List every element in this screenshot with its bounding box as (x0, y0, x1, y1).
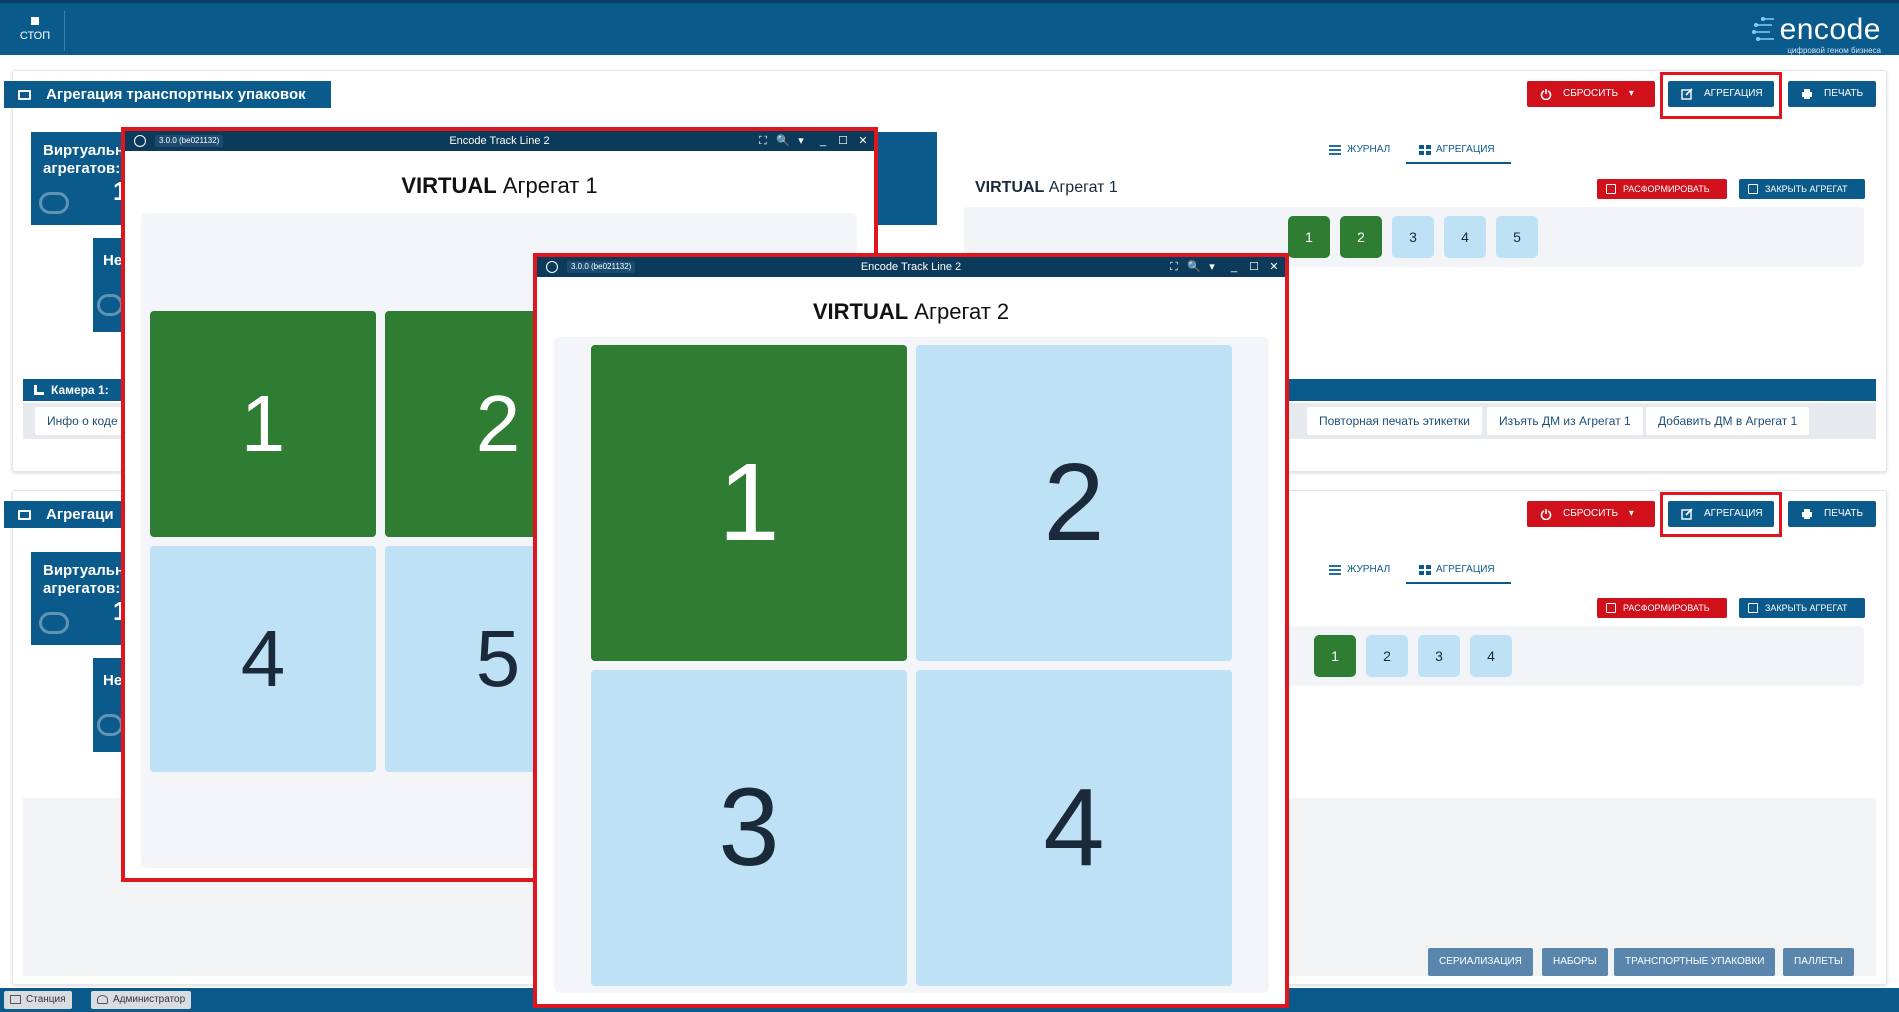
serialization-button[interactable]: СЕРИАЛИЗАЦИЯ (1428, 948, 1533, 976)
zoom-icon[interactable]: 🔍 (1185, 257, 1203, 277)
printer-icon (1802, 509, 1812, 519)
stop-label: СТОП (19, 30, 51, 42)
list-icon (1329, 145, 1341, 155)
close-aggregate-button[interactable]: ЗАКРЫТЬ АГРЕГАТ (1739, 598, 1865, 618)
window-2-heading: VIRTUAL Агрегат 2 (812, 299, 1010, 324)
power-icon (1540, 509, 1552, 520)
slot-tile[interactable]: 4 (916, 670, 1232, 986)
slot-chip[interactable]: 3 (1392, 216, 1434, 258)
window-2-tile-area: 1 2 3 4 (554, 337, 1269, 993)
download-box-icon (1748, 184, 1758, 194)
monitor-icon (18, 510, 31, 520)
transport-packages-button[interactable]: ТРАНСПОРТНЫЕ УПАКОВКИ (1614, 948, 1776, 976)
slot-tile[interactable]: 1 (591, 345, 907, 661)
camera-icon (34, 385, 44, 395)
printer-icon (1802, 89, 1812, 99)
slot-chip[interactable]: 1 (1314, 635, 1356, 677)
list-icon (1329, 565, 1341, 575)
monitor-icon (18, 90, 31, 100)
maximize-icon[interactable]: ☐ (834, 131, 852, 151)
user-icon (97, 995, 108, 1004)
edit-icon (1681, 88, 1693, 100)
chevron-down-icon: ▾ (1628, 508, 1634, 519)
slot-chip[interactable]: 2 (1340, 216, 1382, 258)
slot-chip[interactable]: 1 (1288, 216, 1330, 258)
close-icon[interactable]: ✕ (1265, 257, 1283, 277)
power-icon (1540, 89, 1552, 100)
reprint-label-button[interactable]: Повторная печать этикетки (1307, 407, 1482, 435)
print-button[interactable]: ПЕЧАТЬ (1788, 81, 1876, 107)
code-info-button[interactable]: Инфо о коде (35, 407, 130, 435)
slot-chip[interactable]: 3 (1418, 635, 1460, 677)
reset-button[interactable]: СБРОСИТЬ ▾ (1527, 501, 1655, 527)
close-icon[interactable]: ✕ (854, 131, 872, 151)
edit-icon (1681, 508, 1693, 520)
disband-icon (1606, 603, 1616, 613)
slot-chip[interactable]: 2 (1366, 635, 1408, 677)
cloud-icon (39, 192, 69, 214)
tab-aggregation[interactable]: АГРЕГАЦИЯ (1406, 136, 1511, 164)
aggregate-heading: VIRTUAL Агрегат 1 (975, 179, 1118, 196)
zoom-icon[interactable]: 🔍 (774, 131, 792, 151)
encode-logo-icon (1751, 17, 1774, 41)
aggregation-button[interactable]: АГРЕГАЦИЯ (1668, 81, 1774, 107)
close-aggregate-button[interactable]: ЗАКРЫТЬ АГРЕГАТ (1739, 179, 1865, 199)
window-1-titlebar[interactable]: 3.0.0 (be021132) Encode Track Line 2 ⛶ 🔍… (125, 131, 874, 151)
slot-chip[interactable]: 5 (1496, 216, 1538, 258)
cloud-icon (39, 612, 69, 634)
print-button[interactable]: ПЕЧАТЬ (1788, 501, 1876, 527)
disband-icon (1606, 184, 1616, 194)
grid-icon (1419, 565, 1431, 575)
stop-icon (31, 17, 39, 25)
slot-tile[interactable]: 4 (150, 546, 376, 772)
admin-button[interactable]: Администратор (91, 991, 192, 1009)
tab-journal[interactable]: ЖУРНАЛ (1329, 556, 1399, 584)
fullscreen-icon[interactable]: ⛶ (1165, 257, 1183, 277)
cloud-icon (97, 714, 123, 736)
logo-wordmark: encode (1779, 13, 1881, 46)
slot-tile[interactable]: 1 (150, 311, 376, 537)
remove-dm-button[interactable]: Изъять ДМ из Агрегат 1 (1487, 407, 1643, 435)
slot-chip[interactable]: 4 (1444, 216, 1486, 258)
slot-chip[interactable]: 4 (1470, 635, 1512, 677)
window-2-titlebar[interactable]: 3.0.0 (be021132) Encode Track Line 2 ⛶ 🔍… (537, 257, 1285, 277)
grid-icon (1419, 145, 1431, 155)
slot-tile[interactable]: 3 (591, 670, 907, 986)
aggregation-button[interactable]: АГРЕГАЦИЯ (1668, 501, 1774, 527)
minimize-icon[interactable]: _ (814, 131, 832, 151)
download-box-icon (1748, 603, 1758, 613)
logo-tagline: цифровой геном бизнеса (1787, 46, 1881, 55)
pallets-button[interactable]: ПАЛЛЕТЫ (1783, 948, 1854, 976)
chevron-down-icon[interactable]: ▾ (792, 131, 810, 151)
stop-button[interactable]: СТОП (10, 13, 60, 49)
disband-button[interactable]: РАСФОРМИРОВАТЬ (1597, 598, 1727, 618)
minimize-icon[interactable]: _ (1225, 257, 1243, 277)
reset-button[interactable]: СБРОСИТЬ ▾ (1527, 81, 1655, 107)
station-button[interactable]: Станция (4, 991, 72, 1009)
maximize-icon[interactable]: ☐ (1245, 257, 1263, 277)
track-line-window-2: 3.0.0 (be021132) Encode Track Line 2 ⛶ 🔍… (533, 253, 1289, 1008)
virtual-aggregates-card: Виртуальн агрегатов: 1 (31, 552, 131, 645)
chevron-down-icon[interactable]: ▾ (1203, 257, 1221, 277)
sets-button[interactable]: НАБОРЫ (1542, 948, 1608, 976)
monitor-icon (10, 995, 21, 1004)
panel-1-title: Агрегация транспортных упаковок (4, 81, 331, 108)
topbar-divider (64, 11, 65, 51)
tab-aggregation[interactable]: АГРЕГАЦИЯ (1406, 556, 1511, 584)
fullscreen-icon[interactable]: ⛶ (754, 131, 772, 151)
tab-journal[interactable]: ЖУРНАЛ (1329, 136, 1399, 164)
add-dm-button[interactable]: Добавить ДМ в Агрегат 1 (1646, 407, 1810, 435)
disband-button[interactable]: РАСФОРМИРОВАТЬ (1597, 179, 1727, 199)
window-1-heading: VIRTUAL Агрегат 1 (401, 173, 598, 198)
cloud-icon (97, 294, 123, 316)
brand-logo: encode цифровой геном бизнеса (1750, 15, 1881, 55)
chevron-down-icon: ▾ (1628, 88, 1634, 99)
top-bar: СТОП encode цифровой геном бизнеса (0, 0, 1899, 55)
slot-tile[interactable]: 2 (916, 345, 1232, 661)
